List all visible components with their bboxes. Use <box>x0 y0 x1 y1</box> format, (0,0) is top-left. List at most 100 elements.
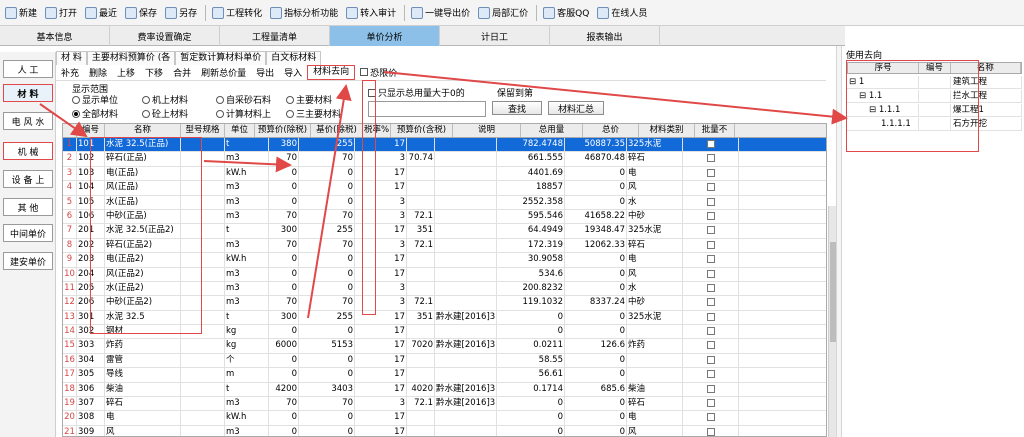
grid-cell[interactable]: 0 <box>565 353 627 368</box>
grid-cell[interactable] <box>181 411 225 425</box>
batch-checkbox[interactable] <box>706 312 715 321</box>
col-budget-price[interactable]: 预算价(除税) <box>255 124 311 137</box>
grid-cell[interactable]: 黔水建[2016]3 <box>435 382 497 397</box>
grid-cell[interactable]: 20 <box>63 411 77 425</box>
grid-cell[interactable]: 0 <box>565 181 627 195</box>
grid-cell[interactable]: 380 <box>269 138 299 152</box>
grid-cell[interactable]: 17 <box>355 339 407 353</box>
radio-all-materials[interactable]: 全部材料 <box>72 107 118 120</box>
grid-cell[interactable]: 0 <box>269 353 299 368</box>
tab-rate-settings[interactable]: 费率设置确定 <box>110 26 220 46</box>
grid-cell[interactable]: 0 <box>565 325 627 339</box>
grid-cell[interactable]: 3 <box>355 152 407 166</box>
filter-input[interactable] <box>368 101 486 117</box>
grid-cell[interactable]: kW.h <box>225 253 269 267</box>
grid-cell[interactable]: kW.h <box>225 411 269 425</box>
grid-cell[interactable]: 103 <box>77 166 105 181</box>
grid-cell[interactable] <box>627 368 683 382</box>
grid-cell[interactable]: 15 <box>63 339 77 353</box>
grid-cell[interactable] <box>181 296 225 310</box>
grid-cell[interactable] <box>435 181 497 195</box>
grid-cell[interactable] <box>181 224 225 238</box>
col-total-qty[interactable]: 总用量 <box>521 124 583 137</box>
grid-cell[interactable] <box>683 397 739 411</box>
grid-cell[interactable]: 碎石 <box>627 238 683 253</box>
grid-cell[interactable]: 306 <box>77 382 105 397</box>
radio-dot[interactable] <box>216 95 224 104</box>
grid-cell[interactable]: 19 <box>63 397 77 411</box>
table-row[interactable]: 8 202 碎石(正品2) m3 70 70 3 72.1 172.319 12062.33 碎石 <box>63 238 826 254</box>
grid-cell[interactable] <box>407 281 435 296</box>
grid-cell[interactable]: 电(正品) <box>105 166 181 181</box>
grid-cell[interactable] <box>435 253 497 267</box>
grid-cell[interactable] <box>181 253 225 267</box>
grid-cell[interactable] <box>181 368 225 382</box>
grid-cell[interactable]: 3 <box>63 166 77 181</box>
grid-cell[interactable] <box>435 368 497 382</box>
grid-cell[interactable] <box>627 325 683 339</box>
grid-cell[interactable]: 0 <box>269 281 299 296</box>
batch-checkbox[interactable] <box>706 355 715 364</box>
grid-cell[interactable]: 17 <box>355 166 407 181</box>
grid-cell[interactable]: 0 <box>299 325 355 339</box>
grid-cell[interactable]: 3403 <box>299 382 355 397</box>
grid-cell[interactable]: 304 <box>77 353 105 368</box>
batch-checkbox[interactable] <box>706 298 715 307</box>
grid-cell[interactable]: 101 <box>77 138 105 152</box>
grid-cell[interactable]: 21 <box>63 425 77 436</box>
batch-checkbox[interactable] <box>706 154 715 163</box>
grid-cell[interactable] <box>683 138 739 152</box>
grid-cell[interactable]: 70 <box>269 209 299 224</box>
grid-cell[interactable] <box>627 353 683 368</box>
col-unit[interactable]: 单位 <box>225 124 255 137</box>
subtab-custom-material[interactable]: 白文标材料 <box>266 51 322 65</box>
grid-cell[interactable]: 325水泥 <box>627 138 683 152</box>
grid-cell[interactable] <box>683 238 739 253</box>
grid-cell[interactable]: 70 <box>299 152 355 166</box>
grid-cell[interactable]: 0 <box>269 425 299 436</box>
grid-cell[interactable]: 661.555 <box>497 152 565 166</box>
grid-cell[interactable]: 0 <box>565 397 627 411</box>
grid-cell[interactable]: 206 <box>77 296 105 310</box>
grid-cell[interactable]: 0 <box>565 411 627 425</box>
search-button[interactable]: 查找 <box>492 101 542 115</box>
grid-cell[interactable]: 17 <box>355 267 407 281</box>
grid-cell[interactable]: kg <box>225 339 269 353</box>
grid-cell[interactable] <box>435 353 497 368</box>
grid-cell[interactable]: 5 <box>63 195 77 209</box>
grid-cell[interactable] <box>407 253 435 267</box>
grid-cell[interactable]: 70 <box>269 296 299 310</box>
grid-cell[interactable]: 风 <box>105 425 181 436</box>
radio-dot-selected[interactable] <box>72 109 80 118</box>
grid-cell[interactable] <box>683 353 739 368</box>
tab-daywork[interactable]: 计日工 <box>440 26 550 46</box>
grid-cell[interactable]: 8337.24 <box>565 296 627 310</box>
grid-cell[interactable]: 0 <box>565 281 627 296</box>
radio-three-main-material[interactable]: 三主要材料 <box>286 107 341 120</box>
col-note[interactable]: 说明 <box>453 124 521 137</box>
grid-cell[interactable]: 595.546 <box>497 209 565 224</box>
grid-cell[interactable]: 56.61 <box>497 368 565 382</box>
grid-cell[interactable] <box>407 181 435 195</box>
grid-cell[interactable]: m3 <box>225 425 269 436</box>
grid-cell[interactable]: 255 <box>299 224 355 238</box>
grid-cell[interactable]: 172.319 <box>497 238 565 253</box>
recent-button[interactable]: 最近 <box>82 3 120 23</box>
grid-cell[interactable]: 17 <box>355 353 407 368</box>
tab-unit-price-analysis[interactable]: 单价分析 <box>330 26 440 46</box>
grid-cell[interactable]: 水泥 32.5 <box>105 310 181 325</box>
export-button[interactable]: 导出 <box>251 66 279 79</box>
sidebar-item-installation-price[interactable]: 建安单价 <box>3 252 53 270</box>
grid-cell[interactable]: 70 <box>299 397 355 411</box>
grid-cell[interactable]: 炸药 <box>105 339 181 353</box>
grid-cell[interactable]: m3 <box>225 267 269 281</box>
table-row[interactable]: 16 304 雷管个 0 0 17 58.55 0 <box>63 353 826 369</box>
grid-cell[interactable]: 0 <box>269 166 299 181</box>
grid-cell[interactable] <box>407 138 435 152</box>
audit-button[interactable]: 转入审计 <box>343 3 399 23</box>
grid-cell[interactable] <box>683 224 739 238</box>
grid-cell[interactable] <box>181 267 225 281</box>
grid-cell[interactable]: 13 <box>63 310 77 325</box>
grid-cell[interactable]: 个 <box>225 353 269 368</box>
grid-cell[interactable] <box>683 181 739 195</box>
